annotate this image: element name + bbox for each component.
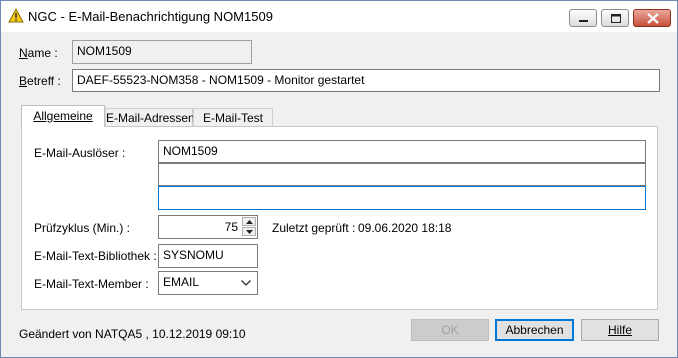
pruefzyklus-label: Prüfzyklus (Min.) : [34, 221, 131, 235]
maximize-icon [611, 14, 621, 23]
ausloeser-label: E-Mail-Auslöser : [34, 146, 126, 160]
ausloeser-input-3[interactable] [158, 186, 646, 210]
warning-bell-icon [8, 7, 24, 24]
minimize-icon [579, 20, 588, 22]
tab-allgemeine[interactable]: Allgemeine [21, 105, 105, 127]
spin-down-button[interactable] [242, 227, 256, 236]
title-bar[interactable]: NGC - E-Mail-Benachrichtigung NOM1509 [1, 1, 677, 32]
bibliothek-input[interactable]: SYSNOMU [158, 244, 258, 268]
window-title: NGC - E-Mail-Benachrichtigung NOM1509 [28, 9, 273, 24]
zuletzt-label: Zuletzt geprüft : [272, 221, 356, 235]
name-label: Name : [19, 46, 58, 60]
spin-up-button[interactable] [242, 217, 256, 226]
arrow-down-icon [246, 230, 253, 234]
bibliothek-label: E-Mail-Text-Bibliothek : [34, 249, 157, 263]
pruefzyklus-stepper[interactable]: 75 [158, 215, 258, 239]
ok-button[interactable]: OK [411, 319, 489, 341]
tab-email-adressen[interactable]: E-Mail-Adressen [105, 108, 195, 127]
arrow-up-icon [246, 220, 253, 224]
name-field: NOM1509 [72, 40, 252, 64]
minimize-button[interactable] [569, 9, 597, 27]
member-selected-value: EMAIL [163, 275, 200, 289]
pruefzyklus-value: 75 [224, 220, 238, 234]
betreff-label: Betreff : [19, 74, 61, 88]
ausloeser-input-2[interactable] [158, 163, 646, 186]
help-button[interactable]: Hilfe [581, 319, 659, 341]
zuletzt-value: 09.06.2020 18:18 [358, 221, 452, 235]
betreff-input[interactable]: DAEF-55523-NOM358 - NOM1509 - Monitor ge… [72, 69, 660, 92]
member-label: E-Mail-Text-Member : [34, 277, 149, 291]
close-icon [647, 13, 659, 24]
chevron-down-icon [241, 280, 251, 286]
member-select[interactable]: EMAIL [158, 271, 258, 295]
dialog-window: NGC - E-Mail-Benachrichtigung NOM1509 Na… [0, 0, 678, 358]
cancel-button[interactable]: Abbrechen [495, 319, 574, 341]
close-button[interactable] [633, 9, 671, 27]
maximize-button[interactable] [601, 9, 629, 27]
tab-email-test[interactable]: E-Mail-Test [193, 108, 273, 127]
changed-by-text: Geändert von NATQA5 , 10.12.2019 09:10 [19, 327, 246, 341]
ausloeser-input-1[interactable]: NOM1509 [158, 140, 646, 163]
